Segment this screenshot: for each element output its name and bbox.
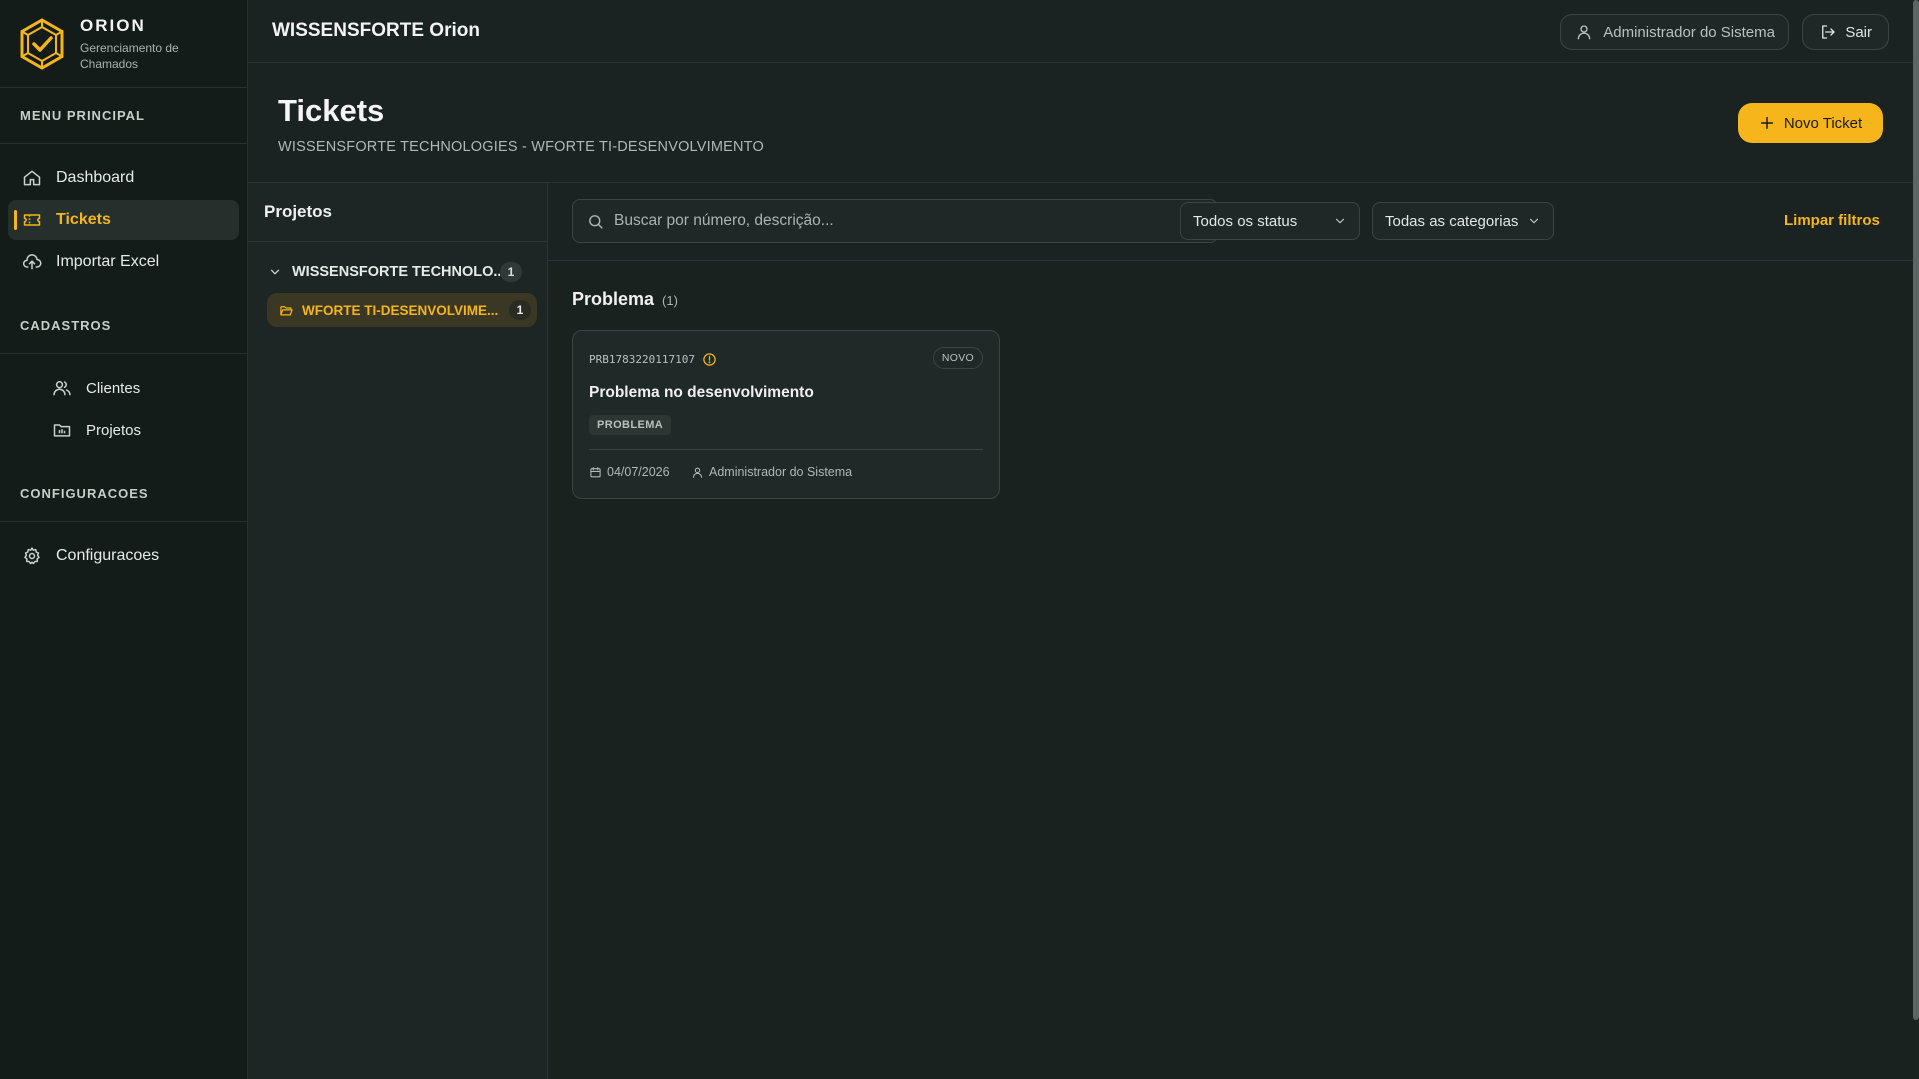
filters-bar: Todos os status Todas as categorias Limp… <box>548 183 1913 261</box>
clear-filters-link[interactable]: Limpar filtros <box>1784 212 1880 229</box>
user-icon <box>1577 25 1591 40</box>
ticket-id-text: PRB1783220117107 <box>589 353 695 366</box>
logout-label: Sair <box>1845 23 1872 41</box>
ticket-date-text: 04/07/2026 <box>607 465 670 479</box>
category-tag: PROBLEMA <box>589 415 672 435</box>
sidebar-item-tickets[interactable]: Tickets <box>8 200 239 240</box>
cloud-upload-icon <box>23 254 42 270</box>
ticket-title: Problema no desenvolvimento <box>589 384 814 401</box>
sidebar-item-dashboard[interactable]: Dashboard <box>8 158 239 198</box>
logout-icon <box>1822 25 1835 39</box>
sidebar-item-label: Tickets <box>56 211 111 228</box>
section-label-configuracoes: CONFIGURACOES <box>0 466 247 522</box>
group-title-text: Problema <box>572 289 655 309</box>
home-icon <box>23 170 41 186</box>
projects-panel: Projetos WISSENSFORTE TECHNOLO... 1 WFOR… <box>248 183 548 1079</box>
hexagon-check-logo <box>20 17 64 70</box>
ticket-date: 04/07/2026 <box>589 465 670 479</box>
page-subtitle: WISSENSFORTE TECHNOLOGIES - WFORTE TI-DE… <box>278 139 764 155</box>
brand: ORION Gerenciamento de Chamados <box>0 0 247 88</box>
new-ticket-label: Novo Ticket <box>1783 114 1863 132</box>
sidebar-item-clientes[interactable]: Clientes <box>8 368 239 408</box>
sidebar-item-configuracoes[interactable]: Configuracoes <box>8 536 239 576</box>
tree-project-label: WFORTE TI-DESENVOLVIME... <box>302 302 499 318</box>
search-input[interactable] <box>614 212 1217 230</box>
users-icon <box>53 381 71 396</box>
gear-icon <box>24 547 40 565</box>
group-count: (1) <box>662 293 678 308</box>
scrollbar[interactable] <box>1913 0 1919 1079</box>
tree-project-count: 1 <box>509 300 531 320</box>
category-select-value: Todas as categorias <box>1385 212 1519 230</box>
category-select[interactable]: Todas as categorias <box>1372 202 1554 240</box>
ticket-user: Administrador do Sistema <box>691 465 852 479</box>
nav-group-configuracoes: Configuracoes <box>0 522 247 592</box>
user-chip[interactable]: Administrador do Sistema <box>1560 14 1789 50</box>
card-divider <box>589 449 983 450</box>
chevron-down-icon[interactable] <box>268 265 282 279</box>
sidebar-item-label: Dashboard <box>56 169 135 186</box>
status-select[interactable]: Todos os status <box>1180 202 1360 240</box>
calendar-icon <box>590 466 601 477</box>
section-label-cadastros: CADASTROS <box>0 298 247 354</box>
ticket-icon <box>23 214 41 226</box>
sidebar-item-importar-excel[interactable]: Importar Excel <box>8 242 239 282</box>
user-name: Administrador do Sistema <box>1603 23 1775 41</box>
app-title: WISSENSFORTE Orion <box>272 20 480 41</box>
status-select-value: Todos os status <box>1193 212 1298 230</box>
tree-client-count: 1 <box>500 262 522 282</box>
projects-title: Projetos <box>248 183 547 242</box>
chevron-down-icon <box>1335 218 1345 224</box>
user-icon <box>692 467 703 478</box>
sidebar-item-label: Projetos <box>86 421 142 439</box>
sidebar: ORION Gerenciamento de Chamados MENU PRI… <box>0 0 248 1079</box>
folder-open-icon <box>280 305 293 315</box>
tree-project-wforte[interactable]: WFORTE TI-DESENVOLVIME... 1 <box>267 293 537 327</box>
folder-icon <box>53 424 71 437</box>
sidebar-item-label: Configuracoes <box>56 547 160 564</box>
tree-client-label: WISSENSFORTE TECHNOLO... <box>292 264 500 280</box>
brand-name: ORION <box>80 15 146 35</box>
status-badge: NOVO <box>932 347 983 369</box>
topbar: WISSENSFORTE Orion Administrador do Sist… <box>248 0 1919 63</box>
group-title: Problema (1) <box>572 289 678 310</box>
sidebar-item-projetos[interactable]: Projetos <box>8 410 239 450</box>
ticket-user-text: Administrador do Sistema <box>709 465 853 479</box>
tree-client-wissensforte[interactable]: WISSENSFORTE TECHNOLO... 1 <box>268 256 528 288</box>
scrollbar-thumb[interactable] <box>1913 0 1919 1020</box>
nav-group-cadastros: Clientes Projetos <box>0 354 247 466</box>
chevron-down-icon <box>1529 218 1539 224</box>
nav-group-main: Dashboard Tickets Importar Excel <box>0 144 247 298</box>
plus-icon <box>1760 116 1773 130</box>
page-title: Tickets <box>278 93 385 128</box>
ticket-id: PRB1783220117107 <box>589 352 717 367</box>
brand-text: ORION Gerenciamento de Chamados <box>80 16 200 72</box>
search-box <box>572 199 1218 243</box>
page-header: Tickets WISSENSFORTE TECHNOLOGIES - WFOR… <box>248 63 1913 183</box>
sidebar-item-label: Clientes <box>86 379 141 397</box>
brand-subtitle: Gerenciamento de Chamados <box>80 40 179 71</box>
ticket-card[interactable]: PRB1783220117107 NOVO Problema no desenv… <box>572 330 1000 499</box>
section-label-menu-principal: MENU PRINCIPAL <box>0 88 247 144</box>
logout-button[interactable]: Sair <box>1802 14 1889 50</box>
sidebar-item-label: Importar Excel <box>56 253 160 270</box>
new-ticket-button[interactable]: Novo Ticket <box>1738 103 1883 143</box>
alert-circle-icon <box>703 353 716 366</box>
search-icon <box>589 214 603 229</box>
